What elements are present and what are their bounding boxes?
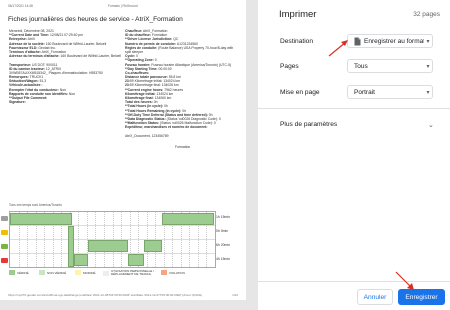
print-settings-panel: Imprimer 32 pages Destination Enregistre… — [258, 0, 450, 310]
save-button[interactable]: Enregistrer — [398, 289, 445, 305]
chevron-down-icon: ▾ — [426, 63, 430, 70]
legend-unverified: NON VÉRIFIÉ — [39, 270, 66, 275]
page-number: 1/32 — [230, 293, 238, 297]
chevron-down-icon: ▾ — [426, 89, 430, 96]
destination-label: Destination — [280, 38, 313, 45]
print-dialog-title: Imprimer — [279, 9, 317, 20]
page-header-date: 06/17/2021 14:48 — [8, 4, 33, 8]
cancel-button[interactable]: Annuler — [357, 289, 393, 305]
pages-value: Tous — [354, 62, 368, 70]
timezone-note: Tous ces temps sont America/Toronto — [9, 203, 62, 207]
off-duty-badge — [1, 216, 8, 221]
on-duty-badge — [1, 258, 8, 263]
total-driving: 6h 20min — [216, 243, 230, 247]
destination-value: Enregistrer au format PDF — [364, 37, 424, 45]
log-fields-right: Chauffeur: AtriX_Formation ID du chauffeu… — [125, 29, 243, 138]
more-settings-toggle[interactable]: Plus de paramètres — [280, 121, 337, 128]
log-segment — [128, 254, 144, 266]
legend-swatch — [39, 270, 45, 275]
preview-page: 06/17/2021 14:48 Formato | FleGround Fic… — [0, 0, 246, 300]
destination-select[interactable]: Enregistrer au format PDF ▾ — [347, 34, 433, 48]
section-divider — [258, 108, 450, 109]
chevron-down-icon[interactable]: ⌄ — [428, 121, 434, 129]
page-count: 32 pages — [413, 11, 440, 18]
legend-swatch — [103, 270, 109, 276]
log-segment — [162, 213, 214, 225]
total-sleeper: 0h 0min — [216, 229, 229, 233]
legend-label: MODIFIÉ — [83, 270, 96, 275]
pages-select[interactable]: Tous ▾ — [347, 59, 433, 73]
log-segment — [144, 240, 162, 252]
footer-url: https://my270.geotab.com/atrix/#hosLogs,… — [8, 293, 203, 297]
log-field: Signature: — [9, 100, 26, 105]
legend-label: UTILISATION PERSONNELLE / DÉPLACEMENT DE… — [111, 269, 154, 277]
sleeper-badge — [1, 230, 8, 235]
pdf-file-icon — [354, 37, 361, 46]
log-field: AtriX_Document, 123456789 — [125, 133, 169, 138]
legend-swatch — [75, 270, 81, 275]
legend-verified: VÉRIFIÉ — [9, 270, 29, 275]
log-field: Adresse du terminus d'attache: 160 Boule… — [9, 54, 121, 59]
layout-select[interactable]: Portrait ▾ — [347, 85, 433, 99]
document-title: Fiches journalières des heures de servic… — [8, 16, 183, 23]
footer-divider — [258, 281, 450, 282]
legend-modified: MODIFIÉ — [75, 270, 96, 275]
layout-label: Mise en page — [280, 89, 320, 96]
driving-badge — [1, 244, 8, 249]
print-preview-area: 06/17/2021 14:48 Formato | FleGround Fic… — [0, 0, 258, 310]
duty-status-grid — [1, 211, 216, 268]
total-on-duty: 4h 15min — [216, 257, 230, 261]
formation-label: Formation — [175, 145, 191, 149]
legend-label: VIOLATION — [169, 270, 185, 275]
status-legend: VÉRIFIÉ NON VÉRIFIÉ MODIFIÉ UTILISATION … — [9, 269, 214, 278]
total-off-duty: 1h 15min — [216, 215, 230, 219]
log-fields-left: Mercredi, Décembre 08, 2021 **Current Dat… — [9, 29, 121, 104]
legend-swatch — [161, 270, 167, 275]
legend-violation: VIOLATION — [161, 270, 185, 275]
legend-label: VÉRIFIÉ — [17, 270, 29, 275]
chevron-down-icon: ▾ — [426, 38, 430, 45]
legend-personal-use: UTILISATION PERSONNELLE / DÉPLACEMENT DE… — [103, 269, 159, 277]
legend-label: NON VÉRIFIÉ — [47, 270, 67, 275]
pages-label: Pages — [280, 63, 299, 70]
layout-value: Portrait — [354, 88, 375, 96]
log-segment — [88, 240, 128, 252]
page-footer: https://my270.geotab.com/atrix/#hosLogs,… — [8, 293, 240, 297]
page-header-center: Formato | FleGround — [108, 4, 138, 8]
log-segment — [10, 213, 72, 225]
legend-swatch — [9, 270, 15, 275]
log-segment — [74, 254, 88, 266]
